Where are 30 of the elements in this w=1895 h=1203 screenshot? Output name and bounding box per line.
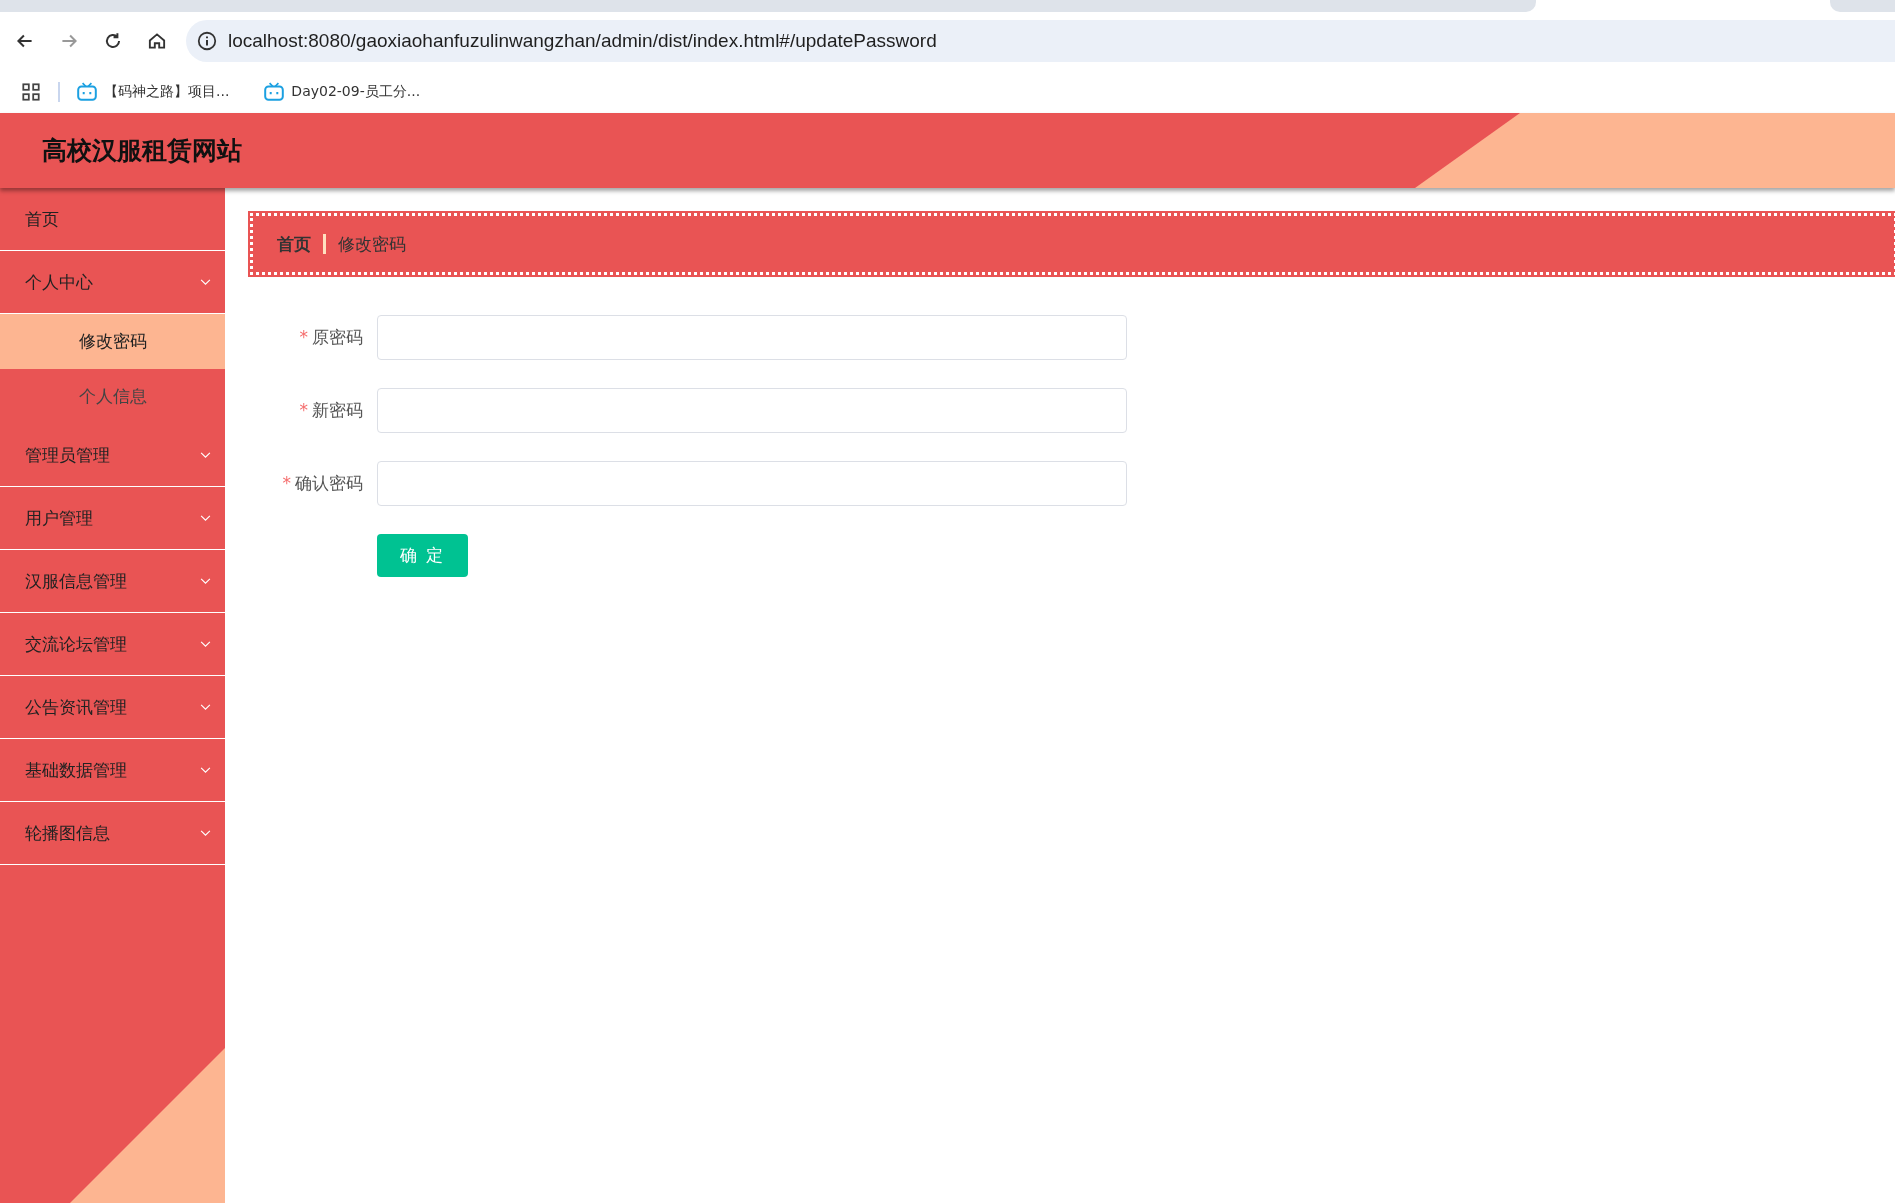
menu-item[interactable]: 轮播图信息 <box>0 802 225 865</box>
address-bar[interactable]: localhost:8080/gaoxiaohanfuzulinwangzhan/admin/dist/index.html#/updatePassword <box>186 20 1895 62</box>
tv-icon <box>76 80 98 103</box>
field-label: 新密码 <box>312 400 363 420</box>
menu-item[interactable]: 管理员管理 <box>0 424 225 487</box>
info-icon <box>196 30 218 52</box>
menu-item[interactable]: 交流论坛管理 <box>0 613 225 676</box>
required-mark: * <box>299 327 308 347</box>
bookmark-item[interactable]: Day02-09-员工分... <box>263 80 421 103</box>
required-mark: * <box>299 400 308 420</box>
menu-item[interactable]: 首页 <box>0 188 225 251</box>
submenu-item[interactable]: 修改密码 <box>0 314 225 369</box>
menu-item[interactable]: 基础数据管理 <box>0 739 225 802</box>
menu-item[interactable]: 公告资讯管理 <box>0 676 225 739</box>
password-field[interactable] <box>377 315 1127 360</box>
field-label: 确认密码 <box>295 473 363 493</box>
bookmark-item[interactable]: 【码神之路】项目... <box>76 80 230 103</box>
menu-item[interactable]: 汉服信息管理 <box>0 550 225 613</box>
submenu-item[interactable]: 个人信息 <box>0 369 225 424</box>
menu-item[interactable]: 用户管理 <box>0 487 225 550</box>
confirm-button[interactable]: 确 定 <box>377 534 468 577</box>
tv-icon <box>263 80 286 103</box>
field-label: 原密码 <box>312 327 363 347</box>
site-title: 高校汉服租赁网站 <box>42 135 242 167</box>
breadcrumb-item: 修改密码 <box>338 232 406 256</box>
apps-grid-icon[interactable] <box>20 80 42 103</box>
password-field[interactable] <box>377 388 1127 433</box>
password-field[interactable] <box>377 461 1127 506</box>
required-mark: * <box>282 473 291 493</box>
breadcrumb-item[interactable]: 首页 <box>277 232 311 256</box>
